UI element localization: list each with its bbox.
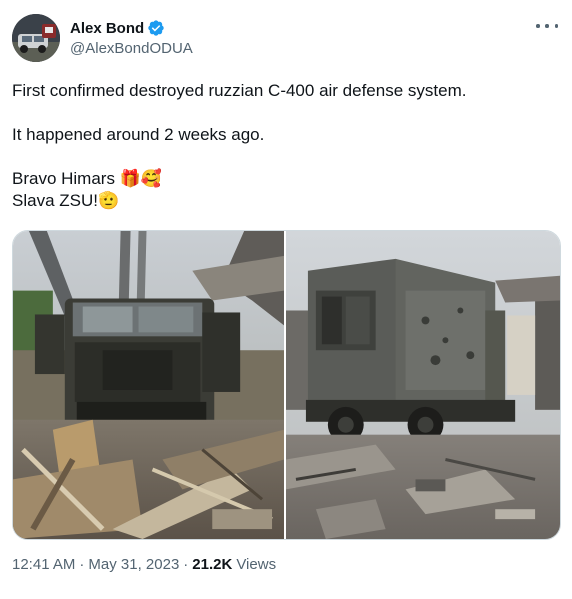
tweet-time[interactable]: 12:41 AM [12, 556, 75, 573]
tweet-line: It happened around 2 weeks ago. [12, 125, 265, 144]
handle[interactable]: @AlexBondODUA [70, 40, 193, 57]
tweet-line: Bravo Himars 🎁🥰 [12, 169, 163, 188]
separator: · [183, 556, 189, 573]
tweet-line: Slava ZSU!🫡 [12, 191, 120, 210]
tweet-line [12, 146, 552, 168]
avatar-image [12, 14, 60, 62]
tweet-text: First confirmed destroyed ruzzian C-400 … [12, 80, 552, 212]
dot [554, 24, 558, 28]
destroyed-vehicle-front-image [13, 231, 284, 539]
photo-left[interactable] [13, 231, 284, 539]
dot [536, 24, 540, 28]
photo-right[interactable] [286, 231, 560, 539]
tweet-meta: 12:41 AM · May 31, 2023 · 21.2K Views [12, 556, 276, 573]
author-block: Alex Bond @AlexBondODUA [70, 18, 193, 58]
dot [545, 24, 549, 28]
views-count: 21.2K [192, 556, 233, 573]
separator: · [79, 556, 85, 573]
destroyed-launcher-side-image [286, 231, 560, 539]
tweet-date[interactable]: May 31, 2023 [88, 556, 179, 573]
avatar[interactable] [12, 14, 60, 62]
verified-badge-icon [147, 19, 165, 37]
display-name[interactable]: Alex Bond [70, 20, 144, 37]
views-label: Views [236, 556, 277, 573]
media-grid [12, 230, 561, 540]
more-options-icon[interactable] [536, 18, 558, 34]
tweet-line [12, 102, 552, 124]
name-row: Alex Bond [70, 18, 193, 38]
tweet: Alex Bond @AlexBondODUA First confirmed … [0, 0, 572, 599]
tweet-line: First confirmed destroyed ruzzian C-400 … [12, 81, 467, 100]
